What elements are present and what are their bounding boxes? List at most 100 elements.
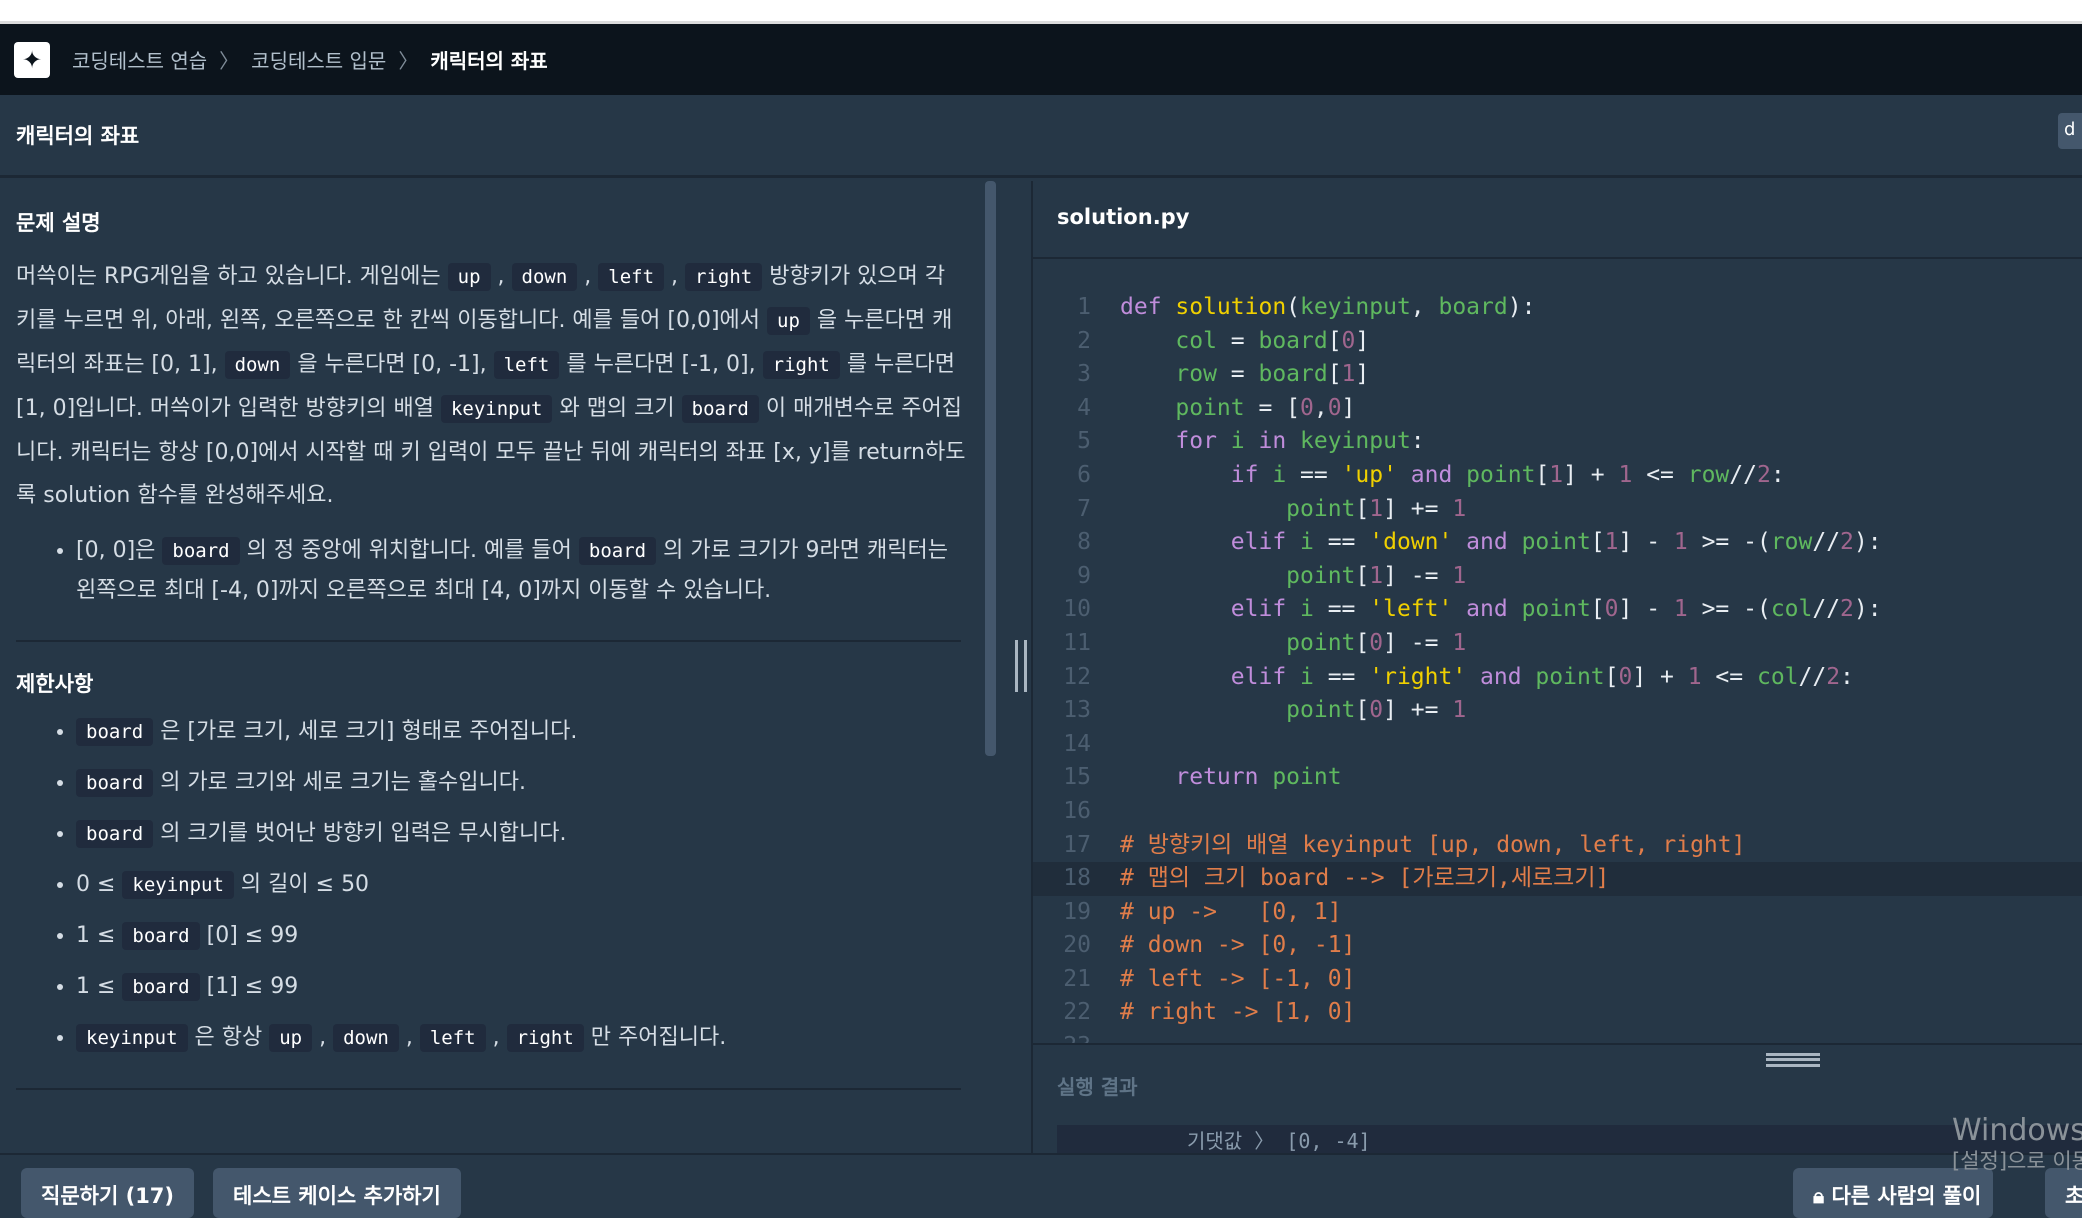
text: [0, 0]은 [76, 538, 163, 563]
code-line[interactable]: 11 point[0] -= 1 [1033, 627, 2082, 661]
code-line[interactable]: 1 def solution(keyinput, board): [1033, 291, 2082, 325]
line-number: 22 [1063, 999, 1091, 1026]
text: , [398, 1025, 420, 1050]
line-number: 20 [1063, 932, 1091, 959]
list-item: board 의 크기를 벗어난 방향키 입력은 무시합니다. [76, 814, 969, 854]
line-number: 5 [1077, 428, 1091, 455]
breadcrumb-intro[interactable]: 코딩테스트 입문 [251, 45, 386, 74]
reset-button[interactable]: 초 [2045, 1168, 2082, 1218]
chevron-right-icon: 〉 [219, 49, 240, 73]
list-item: keyinput 은 항상 up , down , left , right 만… [76, 1018, 969, 1058]
code-line[interactable]: 12 elif i == 'right' and point[0] + 1 <=… [1033, 661, 2082, 695]
windows-watermark: Windows 정품 인증 [1952, 1113, 2082, 1148]
line-number: 8 [1077, 529, 1091, 556]
inline-code: down [333, 1024, 399, 1052]
inline-code: board [76, 718, 154, 746]
line-number: 16 [1063, 797, 1091, 824]
line-number: 14 [1063, 730, 1091, 757]
ask-question-button[interactable]: 직문하기 (17) [21, 1168, 195, 1218]
inline-code: board [681, 395, 759, 423]
code-text: # down -> [0, -1] [1120, 932, 1356, 959]
inline-code: up [767, 307, 810, 335]
other-solutions-label: 다른 사람의 풀이 [1831, 1184, 1982, 1208]
code-line[interactable]: 13 point[0] += 1 [1033, 694, 2082, 728]
result-resize-handle[interactable] [1766, 1053, 1820, 1067]
code-line[interactable]: 6 if i == 'up' and point[1] + 1 <= row//… [1033, 459, 2082, 493]
other-solutions-button[interactable]: 🔒︎ 다른 사람의 풀이 [1793, 1168, 1993, 1218]
code-line[interactable]: 8 elif i == 'down' and point[1] - 1 >= -… [1033, 526, 2082, 560]
problem-description-title: 문제 설명 [16, 211, 101, 235]
code-text: col = board[0] [1120, 327, 1370, 354]
text: 은 항상 [187, 1025, 270, 1050]
text: , [577, 264, 599, 289]
text: 1 ≤ [76, 974, 123, 999]
line-number: 19 [1063, 898, 1091, 925]
code-line[interactable]: 5 for i in keyinput: [1033, 425, 2082, 459]
inline-code: left [419, 1024, 486, 1052]
text: 은 [가로 크기, 세로 크기] 형태로 주어집니다. [153, 719, 578, 744]
code-text: point[1] += 1 [1120, 495, 1467, 522]
add-test-case-button[interactable]: 테스트 케이스 추가하기 [213, 1168, 461, 1218]
problem-scrollbar[interactable] [985, 181, 996, 756]
code-text: if i == 'up' and point[1] + 1 <= row//2: [1120, 461, 1785, 488]
code-line[interactable]: 19 # up -> [0, 1] [1033, 896, 2082, 930]
code-line[interactable]: 10 elif i == 'left' and point[0] - 1 >= … [1033, 593, 2082, 627]
code-text: elif i == 'left' and point[0] - 1 >= -(c… [1120, 596, 1882, 623]
code-line[interactable]: 4 point = [0,0] [1033, 392, 2082, 426]
line-number: 12 [1063, 663, 1091, 690]
code-text: point[0] -= 1 [1120, 629, 1467, 656]
text: 의 정 중앙에 위치합니다. 예를 들어 [239, 538, 579, 563]
divider [16, 1088, 961, 1090]
panel-resize-handle[interactable] [1015, 640, 1027, 692]
code-line[interactable]: 16 [1033, 795, 2082, 829]
challenge-header: 캐릭터의 좌표 d [0, 95, 2082, 178]
constraints-title: 제한사항 [16, 672, 94, 696]
code-text: def solution(keyinput, board): [1120, 294, 1536, 320]
code-text: point[1] -= 1 [1120, 562, 1467, 589]
text: 와 맵의 크기 [552, 396, 682, 421]
line-number: 9 [1077, 562, 1091, 589]
code-text: # left -> [-1, 0] [1120, 965, 1356, 992]
line-number: 7 [1077, 495, 1091, 522]
page-title: 캐릭터의 좌표 [16, 124, 140, 148]
code-editor[interactable]: 1 def solution(keyinput, board): 2 col = b… [1033, 291, 2082, 1043]
text: 를 누른다면 [-1, 0], [559, 352, 763, 377]
line-number: 17 [1063, 831, 1091, 858]
code-line[interactable]: 3 row = board[1] [1033, 358, 2082, 392]
editor-panel: solution.py 1 def solution(keyinput, boar… [1033, 181, 2082, 1155]
code-text: # up -> [0, 1] [1120, 898, 1342, 925]
code-line[interactable]: 2 col = board[0] [1033, 325, 2082, 359]
text: , [664, 264, 686, 289]
breadcrumb-current: 캐릭터의 좌표 [430, 49, 548, 73]
code-line[interactable]: 20 # down -> [0, -1] [1033, 929, 2082, 963]
list-item: 1 ≤ board [1] ≤ 99 [76, 967, 969, 1007]
inline-code: keyinput [76, 1024, 188, 1052]
code-line[interactable]: 18 # 맵의 크기 board --> [가로크기,세로크기] [1033, 862, 2082, 896]
code-line[interactable]: 17 # 방향키의 배열 keyinput [up, down, left, ri… [1033, 829, 2082, 863]
bookmarks-bar[interactable] [0, 0, 2082, 24]
lock-icon: 🔒︎ [1813, 1184, 1832, 1208]
divider [16, 640, 961, 642]
line-number: 11 [1063, 629, 1091, 656]
programmers-logo-icon[interactable]: ✦ [14, 41, 50, 78]
code-line[interactable]: 21 # left -> [-1, 0] [1033, 963, 2082, 997]
inline-code: down [511, 263, 578, 291]
line-number: 1 [1077, 294, 1091, 320]
text: [0] ≤ 99 [199, 923, 299, 948]
text: 의 크기를 벗어난 방향키 입력은 무시합니다. [153, 821, 567, 846]
inline-code: board [76, 769, 154, 797]
text: 의 길이 ≤ 50 [233, 872, 370, 897]
text: 1 ≤ [76, 923, 123, 948]
code-line[interactable]: 15 return point [1033, 761, 2082, 795]
text: 을 누른다면 [0, -1], [290, 352, 494, 377]
code-line[interactable]: 23 [1033, 1030, 2082, 1043]
inline-code: right [762, 351, 840, 379]
breadcrumb-practice[interactable]: 코딩테스트 연습 [72, 45, 207, 74]
line-number: 3 [1077, 361, 1091, 388]
code-line[interactable]: 9 point[1] -= 1 [1033, 560, 2082, 594]
code-line[interactable]: 7 point[1] += 1 [1033, 493, 2082, 527]
code-line[interactable]: 22 # right -> [1, 0] [1033, 996, 2082, 1030]
language-select-button[interactable]: d [2058, 113, 2082, 149]
code-line[interactable]: 14 [1033, 728, 2082, 762]
text: 0 ≤ [76, 872, 123, 897]
